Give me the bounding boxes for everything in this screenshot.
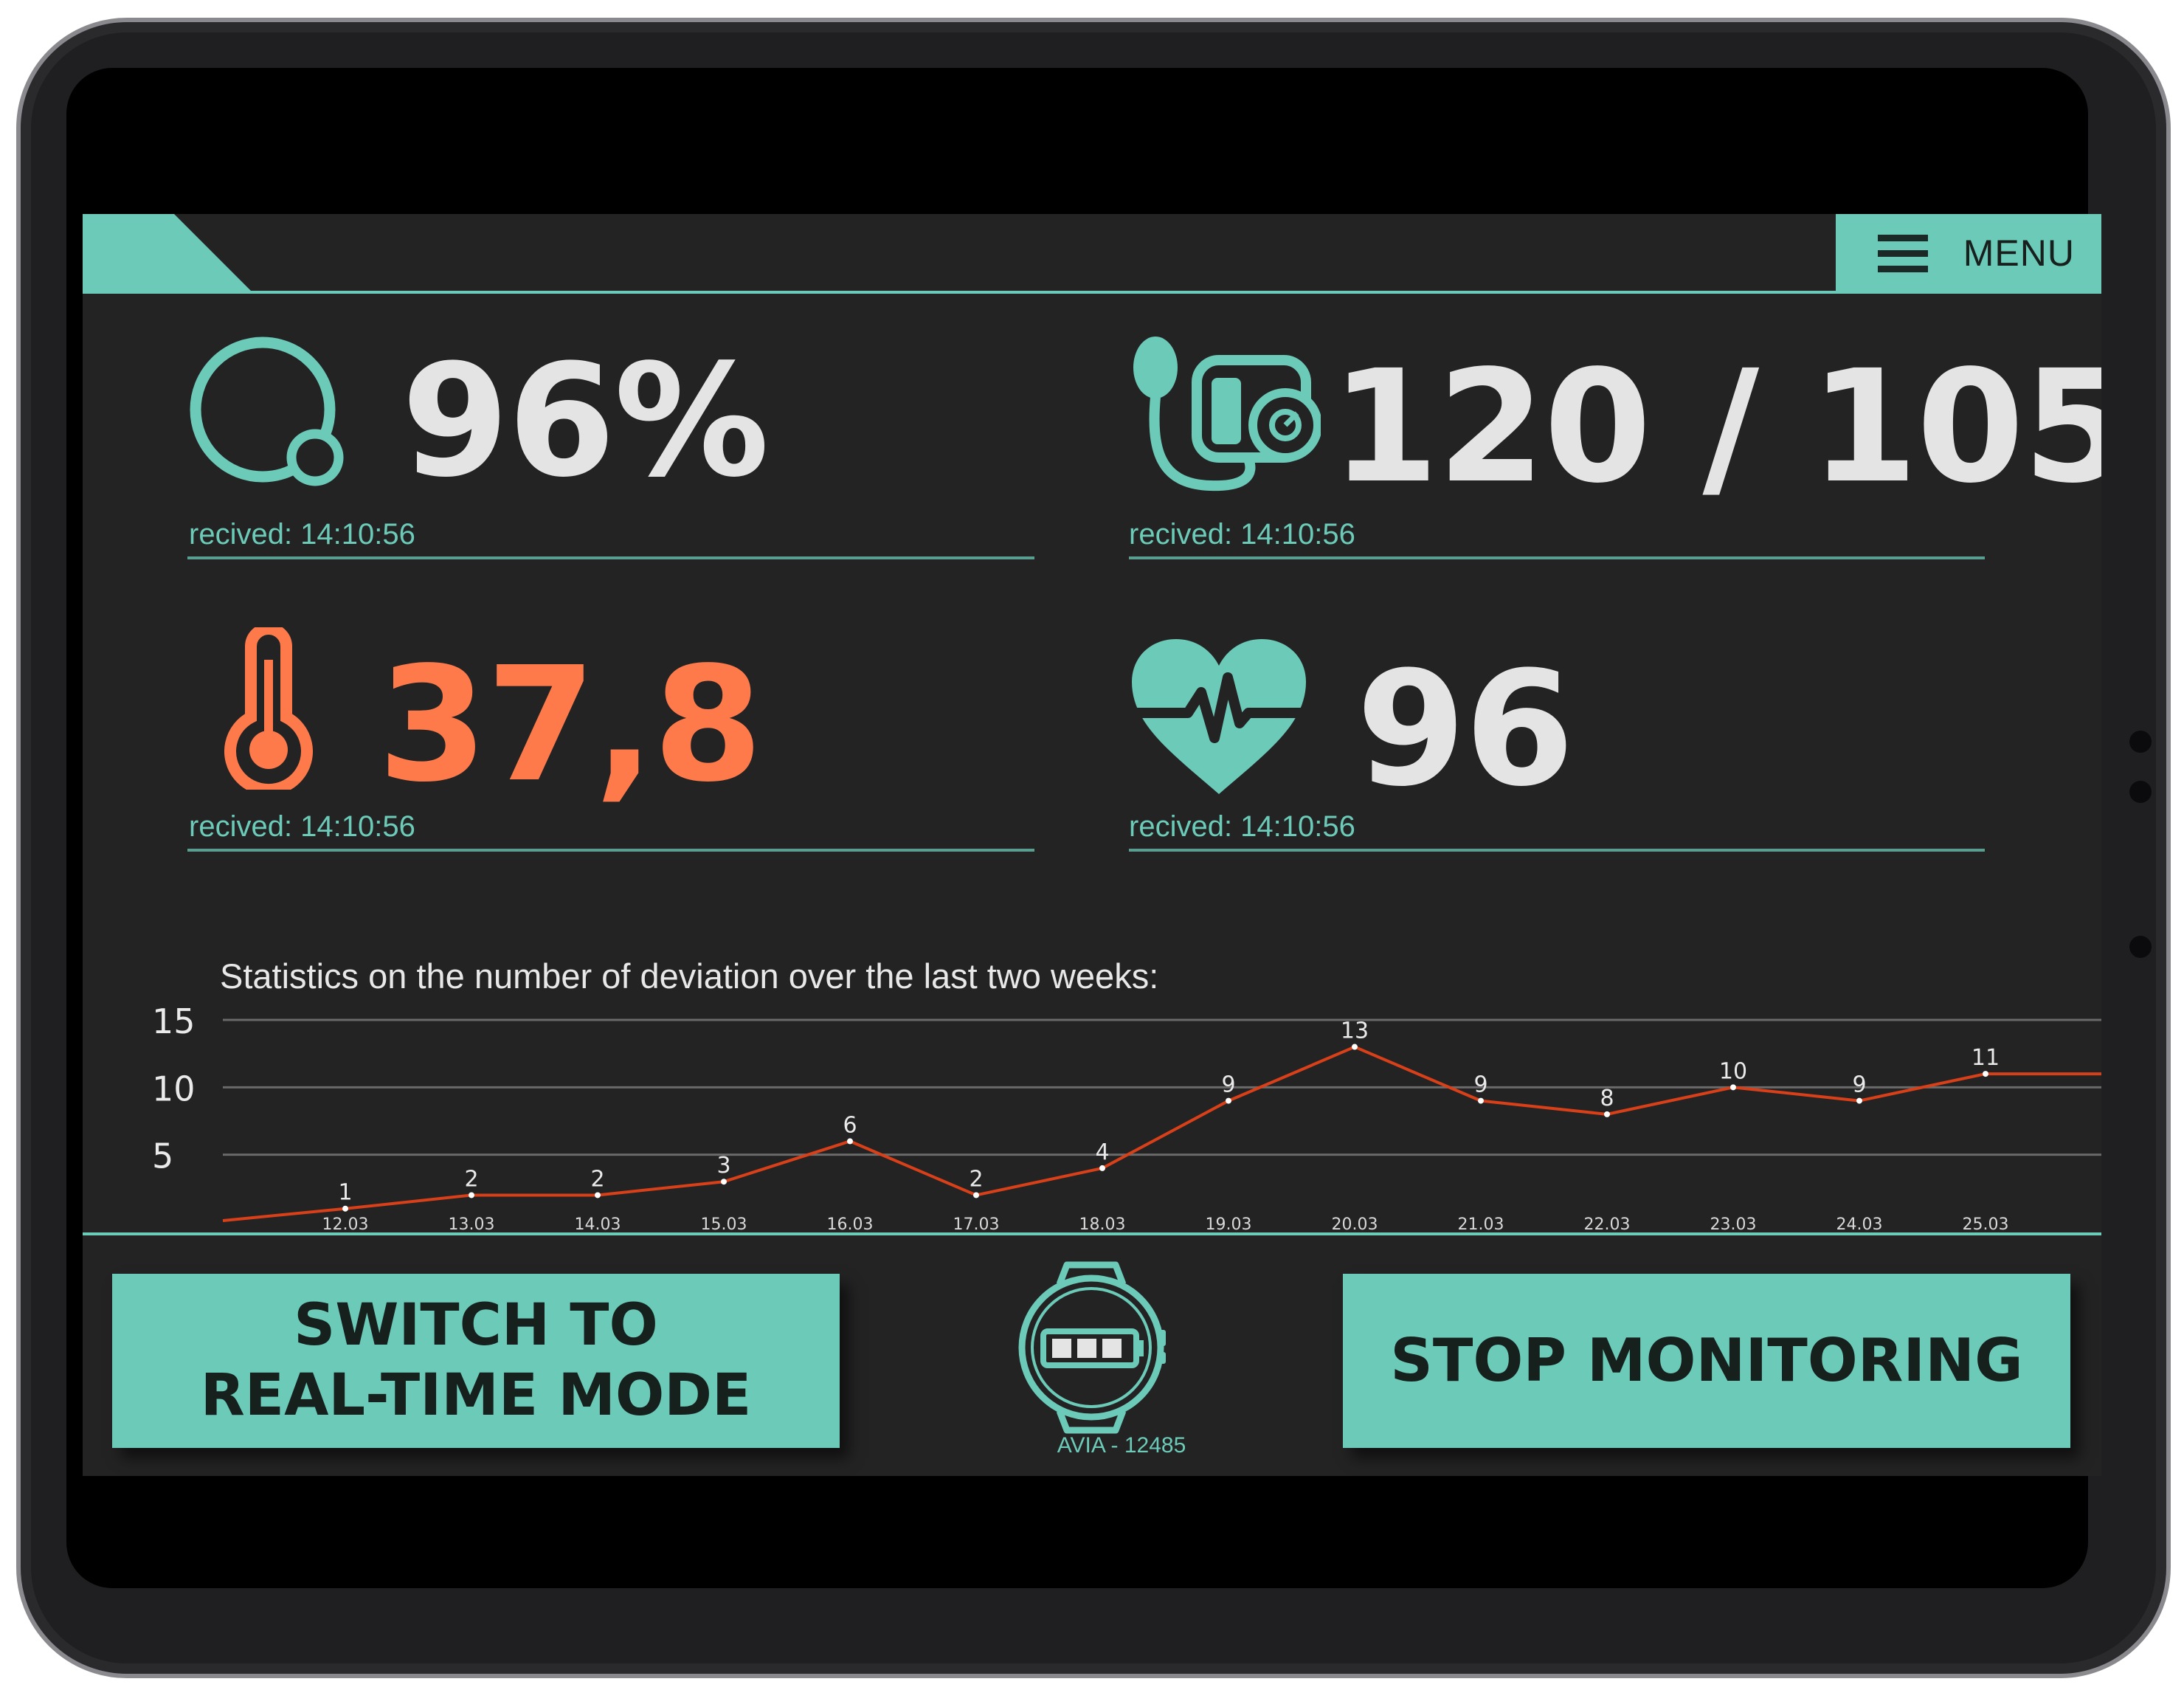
data-label: 8 bbox=[1600, 1086, 1614, 1111]
data-point bbox=[1226, 1097, 1231, 1104]
pulse-received-time: recived: 14:10:56 bbox=[1129, 810, 1355, 843]
menu-button[interactable]: MENU bbox=[1836, 214, 2101, 292]
menu-label: MENU bbox=[1963, 232, 2075, 274]
switch-realtime-button[interactable]: SWITCH TO REAL-TIME MODE bbox=[112, 1274, 840, 1448]
chart-bottom-divider bbox=[83, 1232, 2101, 1235]
data-label: 9 bbox=[1473, 1072, 1487, 1098]
deviation-line-chart: 5 10 15 1 2 2 3 6 2 4 9 13 9 8 10 9 11 12.03 13.03 14.03 15.… bbox=[152, 1001, 2101, 1234]
oxygen-divider bbox=[187, 556, 1034, 559]
data-label: 6 bbox=[843, 1112, 857, 1138]
switch-button-line2: REAL-TIME MODE bbox=[200, 1362, 752, 1429]
oxygen-value: 96% bbox=[401, 331, 770, 511]
x-tick-label: 17.03 bbox=[953, 1215, 1000, 1234]
camera-dot bbox=[2129, 731, 2152, 753]
smartwatch-battery-icon[interactable] bbox=[1014, 1259, 1169, 1436]
x-tick-label: 13.03 bbox=[449, 1215, 495, 1234]
blood-pressure-cuff-icon bbox=[1133, 337, 1321, 492]
data-label: 9 bbox=[1852, 1072, 1866, 1098]
top-bar-divider bbox=[83, 291, 2101, 294]
y-tick-label: 5 bbox=[152, 1137, 173, 1176]
x-tick-label: 23.03 bbox=[1710, 1215, 1757, 1234]
x-tick-label: 18.03 bbox=[1079, 1215, 1126, 1234]
data-point bbox=[847, 1138, 853, 1145]
data-label: 2 bbox=[590, 1166, 604, 1192]
corner-tab bbox=[83, 214, 252, 292]
data-label: 3 bbox=[716, 1153, 730, 1179]
data-point bbox=[1983, 1071, 1988, 1077]
data-point bbox=[1856, 1097, 1862, 1104]
data-point bbox=[1478, 1097, 1484, 1104]
x-tick-label: 24.03 bbox=[1836, 1215, 1883, 1234]
data-point bbox=[973, 1192, 979, 1198]
x-tick-label: 20.03 bbox=[1332, 1215, 1378, 1234]
thermometer-icon bbox=[224, 627, 313, 790]
data-label: 1 bbox=[338, 1180, 352, 1206]
data-point bbox=[1352, 1044, 1358, 1050]
data-label: 2 bbox=[969, 1166, 983, 1192]
y-tick-label: 15 bbox=[152, 1001, 196, 1041]
pressure-received-time: recived: 14:10:56 bbox=[1129, 518, 1355, 551]
data-point bbox=[1730, 1084, 1736, 1091]
pressure-value: 120 / 105 bbox=[1331, 337, 2101, 517]
data-point bbox=[1099, 1165, 1105, 1171]
x-tick-label: 16.03 bbox=[827, 1215, 874, 1234]
pulse-divider bbox=[1129, 849, 1985, 852]
heart-pulse-icon bbox=[1129, 639, 1309, 794]
series-line bbox=[222, 1045, 2101, 1222]
sensor-dot bbox=[2129, 781, 2152, 803]
device-id-label: AVIA - 12485 bbox=[1057, 1433, 1186, 1458]
data-point bbox=[721, 1179, 727, 1185]
stop-monitoring-button[interactable]: STOP MONITORING bbox=[1343, 1274, 2070, 1448]
temperature-received-time: recived: 14:10:56 bbox=[189, 810, 415, 843]
app-screen: MENU 96% recived: 14:10:56 120 / 105 rec… bbox=[83, 214, 2101, 1476]
oxygen-ring-icon bbox=[190, 337, 344, 486]
pressure-divider bbox=[1129, 556, 1985, 559]
y-tick-label: 10 bbox=[152, 1069, 196, 1108]
data-point bbox=[595, 1192, 601, 1198]
sensor-dot-2 bbox=[2129, 936, 2152, 958]
x-tick-label: 15.03 bbox=[701, 1215, 747, 1234]
pulse-value: 96 bbox=[1356, 638, 1575, 821]
data-point bbox=[342, 1205, 348, 1212]
data-label: 11 bbox=[1972, 1045, 2000, 1071]
x-tick-label: 19.03 bbox=[1206, 1215, 1252, 1234]
x-tick-label: 12.03 bbox=[322, 1215, 369, 1234]
x-tick-label: 25.03 bbox=[1963, 1215, 2009, 1234]
data-label: 4 bbox=[1095, 1139, 1109, 1165]
stop-button-label: STOP MONITORING bbox=[1390, 1326, 2023, 1396]
data-label: 2 bbox=[464, 1166, 478, 1192]
hamburger-menu-icon bbox=[1877, 234, 1928, 272]
x-tick-label: 21.03 bbox=[1458, 1215, 1504, 1234]
data-label: 10 bbox=[1719, 1058, 1747, 1084]
x-tick-label: 22.03 bbox=[1584, 1215, 1631, 1234]
temperature-value: 37,8 bbox=[378, 633, 763, 817]
data-label: 9 bbox=[1221, 1072, 1235, 1098]
top-bar: MENU bbox=[83, 214, 2101, 294]
x-tick-label: 14.03 bbox=[575, 1215, 621, 1234]
data-point bbox=[1604, 1111, 1610, 1117]
oxygen-received-time: recived: 14:10:56 bbox=[189, 518, 415, 551]
switch-button-line1: SWITCH TO bbox=[294, 1291, 658, 1359]
temperature-divider bbox=[187, 849, 1034, 852]
data-label: 13 bbox=[1341, 1018, 1369, 1044]
data-point bbox=[469, 1192, 474, 1198]
